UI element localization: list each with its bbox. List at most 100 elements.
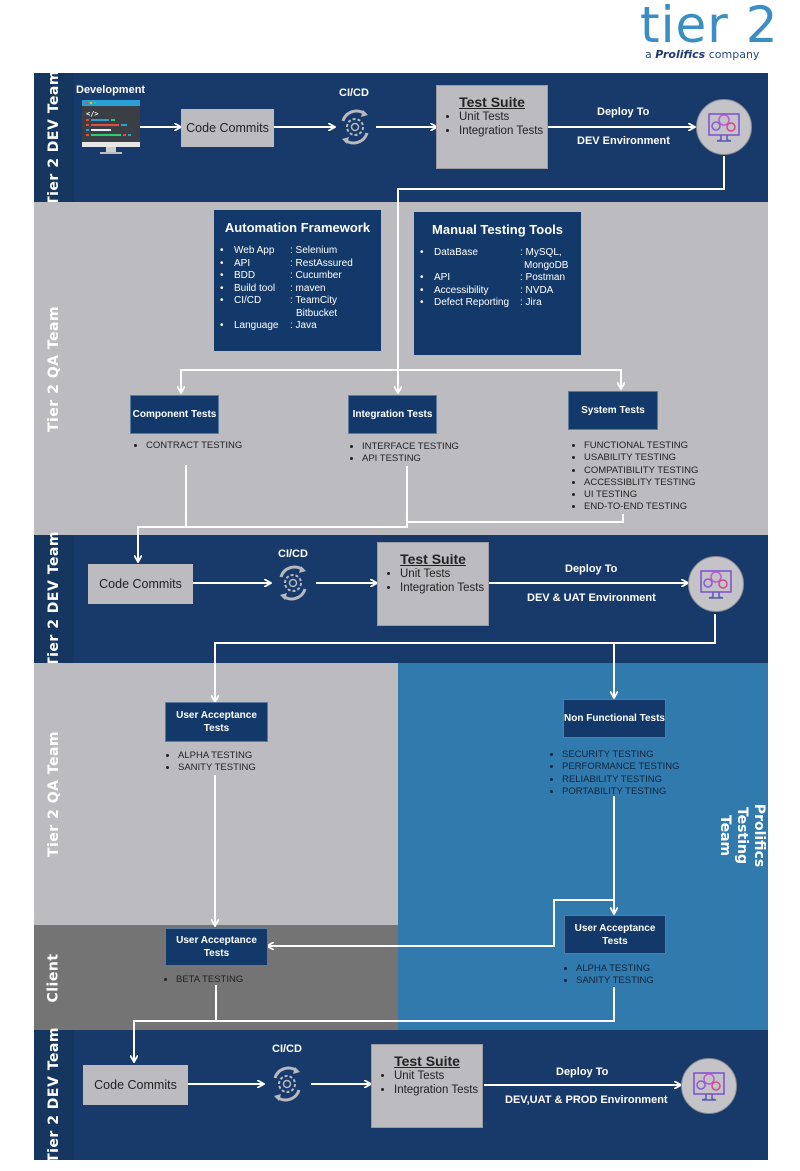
gear-monitor-icon (696, 99, 752, 155)
test-item: END-TO-END TESTING (584, 501, 698, 513)
tool-row: • API: Postman (420, 272, 568, 285)
client-uat-list: BETA TESTING (160, 974, 243, 986)
uat-tests-list: ALPHA TESTING SANITY TESTING (162, 750, 256, 775)
test-item: ALPHA TESTING (576, 963, 654, 975)
arrow-to-component (181, 369, 398, 392)
automation-framework-panel: Automation Framework • Web App: Selenium … (214, 210, 381, 351)
tool-key: BDD (234, 270, 256, 281)
gear-monitor-icon (688, 556, 744, 612)
tool-key: Web App (234, 245, 275, 256)
test-suite-item: Integration Tests (394, 1083, 482, 1097)
deploy-to-label: Deploy To (597, 106, 650, 118)
tool-value: : Cucumber (290, 270, 342, 281)
test-suite-list: Unit Tests Integration Tests (372, 1069, 482, 1097)
arrow-merge-to-commits (138, 466, 408, 561)
test-item: BETA TESTING (176, 974, 243, 986)
code-commits-box: Code Commits (83, 1065, 188, 1105)
test-item: RELIABILITY TESTING (562, 774, 680, 786)
deploy-to-label: Deploy To (565, 563, 618, 575)
cicd-label: CI/CD (339, 87, 369, 99)
tool-value: : Postman (520, 272, 566, 283)
prolifics-uat-box: User Acceptance Tests (564, 915, 666, 954)
code-commits-box: Code Commits (88, 564, 193, 604)
test-suite-item: Integration Tests (400, 581, 488, 595)
tool-row: Bitbucket (220, 308, 353, 321)
gear-sync-icon (267, 1064, 307, 1104)
cicd-label: CI/CD (278, 548, 308, 560)
tool-value: : MySQL, (520, 247, 562, 258)
test-item: ACCESSIBLITY TESTING (584, 477, 698, 489)
test-item: COMPATIBILITY TESTING (584, 465, 698, 477)
test-suite-box: Test Suite Unit Tests Integration Tests (371, 1044, 483, 1128)
component-tests-box: Component Tests (130, 395, 219, 434)
manual-tools-list: • DataBase: MySQL, MongoDB • API: Postman … (420, 247, 568, 310)
code-commits-box: Code Commits (181, 109, 274, 147)
test-suite-list: Unit Tests Integration Tests (378, 567, 488, 595)
tool-key: CI/CD (234, 295, 262, 306)
tool-row: • Web App: Selenium (220, 245, 353, 258)
test-suite-box: Test Suite Unit Tests Integration Tests (377, 542, 489, 626)
environment-label: DEV,UAT & PROD Environment (505, 1094, 668, 1106)
user-acceptance-tests-box: User Acceptance Tests (165, 702, 268, 742)
system-tests-list: FUNCTIONAL TESTING USABILITY TESTING COM… (568, 440, 698, 514)
svg-text:</>: </> (86, 110, 99, 118)
test-suite-item: Integration Tests (459, 124, 547, 138)
tool-value: : TeamCity (290, 295, 338, 306)
tool-value: : maven (290, 282, 326, 294)
arrow-prolifics-to-client (268, 899, 614, 946)
test-item: SECURITY TESTING (562, 749, 680, 761)
non-functional-tests-box: Non Functional Tests (563, 699, 666, 738)
tool-value: : Jira (520, 297, 542, 308)
prolifics-uat-list: ALPHA TESTING SANITY TESTING (560, 963, 654, 988)
test-item: FUNCTIONAL TESTING (584, 440, 698, 452)
test-suite-title: Test Suite (400, 551, 466, 567)
manual-testing-title: Manual Testing Tools (432, 222, 563, 237)
gear-sync-icon (273, 563, 313, 603)
arrow-to-system (398, 369, 621, 388)
test-suite-item: Unit Tests (394, 1069, 482, 1083)
cicd-label: CI/CD (272, 1043, 302, 1055)
test-suite-item: Unit Tests (400, 567, 488, 581)
deploy-to-label: Deploy To (556, 1066, 609, 1078)
tool-key: Language (234, 320, 279, 331)
test-item: SANITY TESTING (576, 975, 654, 987)
client-uat-box: User Acceptance Tests (165, 928, 268, 966)
tool-value: : Java (290, 320, 317, 331)
automation-framework-title: Automation Framework (224, 220, 371, 235)
integration-tests-list: INTERFACE TESTING API TESTING (346, 441, 459, 466)
test-suite-box: Test Suite Unit Tests Integration Tests (436, 85, 548, 169)
non-functional-tests-list: SECURITY TESTING PERFORMANCE TESTING REL… (546, 749, 680, 798)
environment-label: DEV & UAT Environment (527, 592, 656, 604)
tool-value: : Selenium (290, 245, 338, 256)
tool-row: • API: RestAssured (220, 257, 353, 269)
tool-key: API (234, 257, 251, 269)
arrow-env-to-uat (215, 614, 716, 701)
tool-row: • CI/CD: TeamCity (220, 295, 353, 308)
tool-row: • Language: Java (220, 320, 353, 333)
integration-tests-box: Integration Tests (348, 395, 437, 434)
test-item: PORTABILITY TESTING (562, 786, 680, 798)
test-suite-item: Unit Tests (459, 110, 547, 124)
test-item: PERFORMANCE TESTING (562, 761, 680, 773)
tool-row: • Defect Reporting: Jira (420, 297, 568, 310)
test-item: ALPHA TESTING (178, 750, 256, 762)
environment-label: DEV Environment (577, 135, 670, 147)
tool-key: Accessibility (434, 284, 489, 296)
test-item: USABILITY TESTING (584, 452, 698, 464)
test-item: UI TESTING (584, 489, 698, 501)
test-item: API TESTING (362, 453, 459, 465)
test-item: CONTRACT TESTING (146, 440, 242, 452)
tool-row: • Accessibility: NVDA (420, 285, 568, 298)
manual-testing-tools-panel: Manual Testing Tools • DataBase: MySQL, M… (414, 212, 581, 355)
tool-row: • BDD: Cucumber (220, 270, 353, 283)
automation-tools-list: • Web App: Selenium • API: RestAssured • BD… (220, 245, 353, 333)
tool-key: DataBase (434, 247, 478, 258)
tool-row: • Build tool: maven (220, 283, 353, 296)
test-item: SANITY TESTING (178, 762, 256, 774)
gear-sync-icon (335, 107, 375, 147)
tool-value: Bitbucket (296, 307, 338, 319)
tool-value: : RestAssured (290, 257, 353, 269)
code-monitor-icon: </> (80, 98, 142, 156)
tool-row: MongoDB (420, 260, 568, 273)
test-suite-title: Test Suite (394, 1053, 460, 1069)
